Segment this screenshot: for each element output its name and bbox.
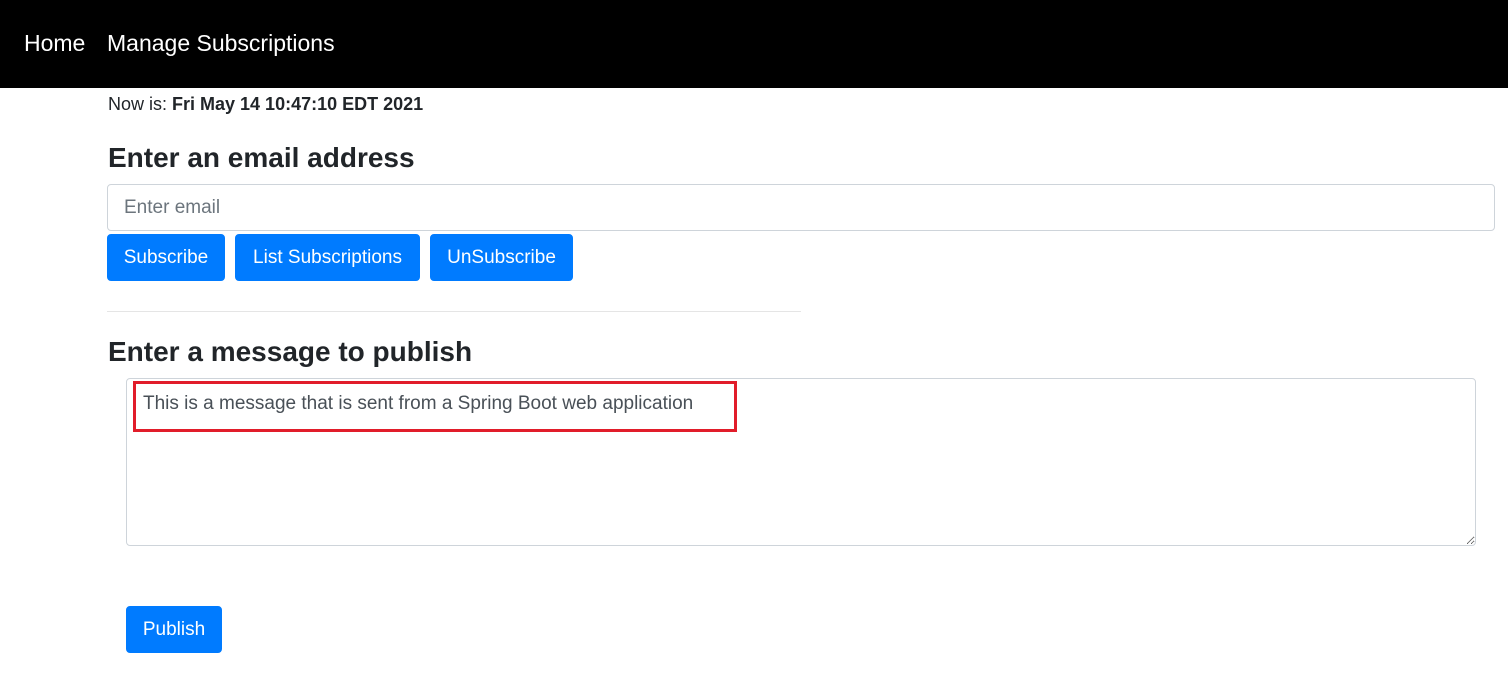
list-subscriptions-button[interactable]: List Subscriptions xyxy=(235,234,420,281)
current-time-prefix: Now is: xyxy=(108,94,173,114)
top-navbar: Home Manage Subscriptions xyxy=(0,0,1508,88)
nav-manage-subscriptions-link[interactable]: Manage Subscriptions xyxy=(107,28,335,58)
publish-button[interactable]: Publish xyxy=(126,606,222,653)
current-time-line: Now is: Fri May 14 10:47:10 EDT 2021 xyxy=(108,92,423,116)
email-section-heading: Enter an email address xyxy=(108,142,415,173)
nav-home-link[interactable]: Home xyxy=(24,28,85,58)
subscribe-button[interactable]: Subscribe xyxy=(107,234,225,281)
unsubscribe-button[interactable]: UnSubscribe xyxy=(430,234,573,281)
email-input[interactable] xyxy=(107,184,1495,231)
current-time-value: Fri May 14 10:47:10 EDT 2021 xyxy=(172,94,424,114)
message-section-heading: Enter a message to publish xyxy=(108,336,473,367)
section-divider xyxy=(107,311,801,312)
message-textarea[interactable]: This is a message that is sent from a Sp… xyxy=(126,378,1476,546)
